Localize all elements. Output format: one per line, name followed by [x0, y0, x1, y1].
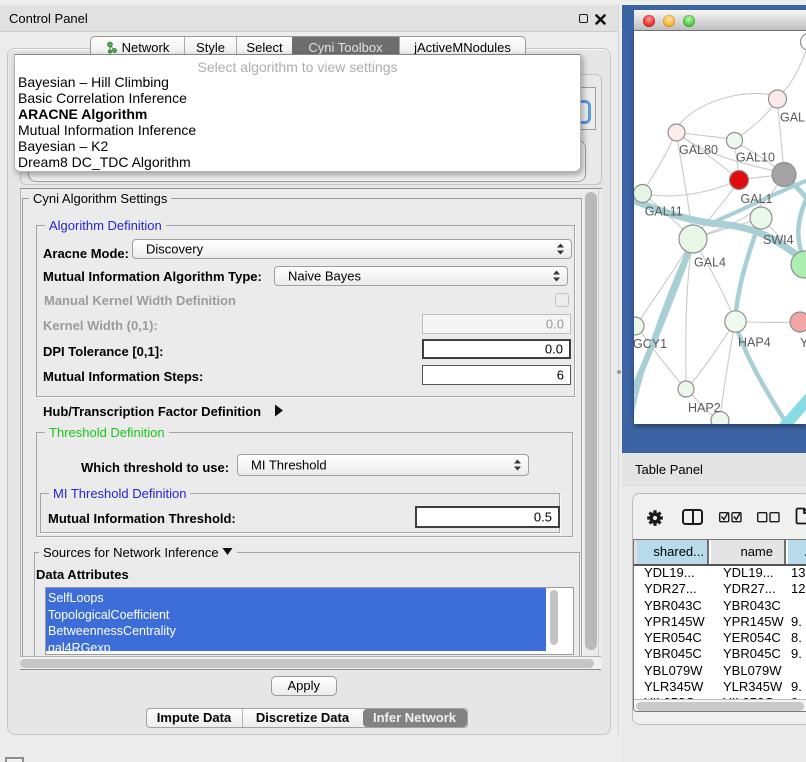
svg-text:GAL4: GAL4 [694, 256, 726, 270]
svg-text:Y: Y [800, 336, 806, 350]
svg-text:GAL11: GAL11 [645, 205, 683, 219]
svg-text:HAP4: HAP4 [738, 336, 771, 350]
svg-text:HAP2: HAP2 [688, 401, 721, 415]
svg-text:GCY1: GCY1 [634, 337, 667, 351]
svg-text:GAL10: GAL10 [736, 151, 775, 165]
svg-text:GAL80: GAL80 [679, 143, 718, 157]
svg-text:SWI4: SWI4 [763, 233, 794, 247]
svg-text:GAL: GAL [780, 111, 805, 125]
svg-text:GAL1: GAL1 [741, 192, 773, 206]
